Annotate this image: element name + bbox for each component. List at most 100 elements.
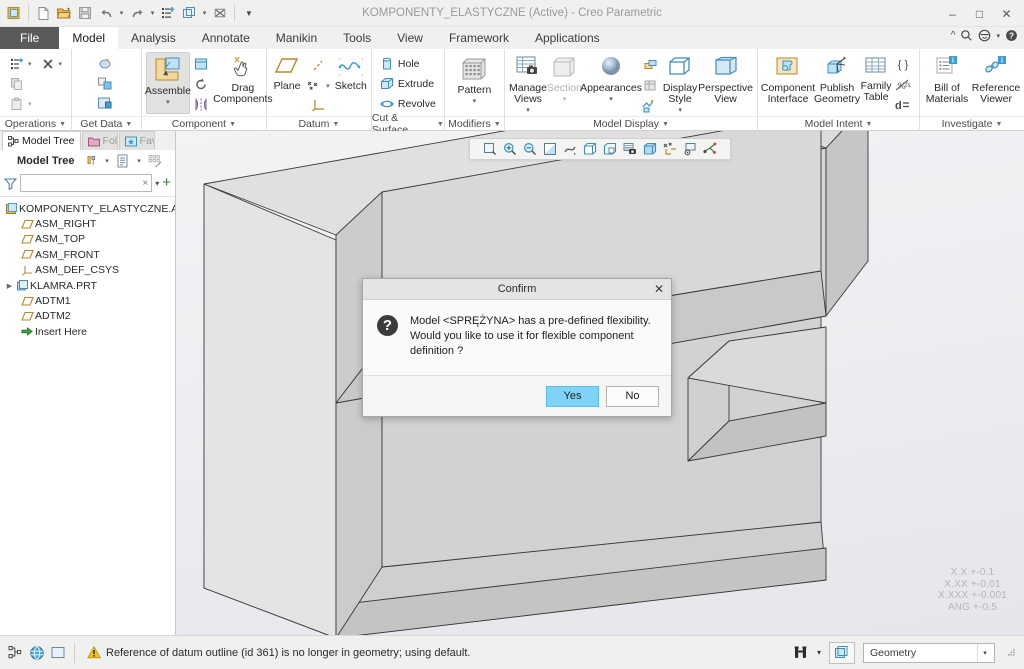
tab-annotate[interactable]: Annotate	[189, 27, 263, 49]
web-browser-toggle-icon[interactable]	[29, 645, 45, 661]
paste-button[interactable]: ▾	[8, 94, 36, 113]
layers-button[interactable]	[640, 56, 662, 75]
family-table-button[interactable]: Family Table	[860, 52, 892, 114]
filter-icon[interactable]	[4, 177, 17, 190]
section-button[interactable]: Section ▾	[547, 52, 582, 114]
selection-filter-select[interactable]: Geometry ▾	[863, 642, 995, 663]
pattern-button[interactable]: Pattern ▾	[449, 52, 499, 114]
close-button[interactable]: ✕	[993, 3, 1020, 25]
repeat-button[interactable]	[192, 75, 213, 94]
undo-dropdown-icon[interactable]: ▾	[117, 3, 126, 23]
model-tree-toggle-icon[interactable]	[8, 645, 23, 660]
redo-dropdown-icon[interactable]: ▾	[148, 3, 157, 23]
copy-button[interactable]	[8, 74, 36, 93]
delete-button[interactable]: ▾	[39, 54, 67, 73]
zoom-out-icon[interactable]	[521, 140, 540, 159]
datum-axis-button[interactable]	[304, 56, 334, 75]
component-interface-button[interactable]: Component Interface	[761, 52, 815, 114]
settings-dropdown-icon[interactable]: ▾	[101, 153, 112, 170]
datum-point-button[interactable]: ▾	[304, 76, 334, 95]
search-dropdown-icon[interactable]: ▾	[817, 648, 821, 657]
group-label-investigate[interactable]: Investigate ▼	[920, 116, 1024, 131]
tree-item-asm-def-csys[interactable]: ASM_DEF_CSYS	[0, 263, 175, 278]
spin-center-icon[interactable]	[561, 140, 580, 159]
group-label-component[interactable]: Component ▼	[141, 116, 266, 131]
tab-analysis[interactable]: Analysis	[118, 27, 189, 49]
resize-grip[interactable]	[1005, 647, 1016, 658]
perspective-icon[interactable]	[641, 140, 660, 159]
bill-of-materials-button[interactable]: i Bill of Materials	[924, 52, 970, 114]
search-icon[interactable]	[960, 29, 973, 42]
tab-framework[interactable]: Framework	[436, 27, 522, 49]
tree-item-adtm2[interactable]: ADTM2	[0, 309, 175, 324]
tree-item-asm-top[interactable]: ASM_TOP	[0, 232, 175, 247]
reference-viewer-button[interactable]: i Reference Viewer	[972, 52, 1020, 114]
help-icon[interactable]: ?	[1005, 29, 1018, 42]
tree-item-assembly[interactable]: KOMPONENTY_ELASTYCZNE.ASM	[0, 201, 175, 216]
window-dropdown-icon[interactable]: ▾	[200, 3, 209, 23]
display-dropdown-icon[interactable]: ▾	[133, 153, 144, 170]
filter-dropdown-icon[interactable]: ▾	[155, 179, 159, 188]
new-icon[interactable]	[33, 3, 53, 23]
chevron-down-icon[interactable]: ▾	[166, 99, 170, 106]
tab-view[interactable]: View	[384, 27, 436, 49]
creo-logo-icon[interactable]	[4, 3, 24, 23]
customize-qat-icon[interactable]: ▼	[239, 3, 259, 23]
chevron-down-icon[interactable]: ▾	[28, 60, 32, 68]
shrinkwrap-button[interactable]	[95, 94, 117, 113]
zoom-in-icon[interactable]	[501, 140, 520, 159]
tab-model[interactable]: Model	[59, 27, 119, 49]
revolve-button[interactable]: Revolve	[378, 94, 440, 113]
tab-model-tree[interactable]: Model Tree	[2, 131, 81, 150]
merge-button[interactable]	[95, 74, 117, 93]
group-label-model-display[interactable]: Model Display ▼	[505, 116, 758, 131]
chevron-down-icon[interactable]: ▾	[473, 98, 477, 105]
chevron-down-icon[interactable]: ▾	[59, 60, 63, 68]
publish-geometry-button[interactable]: Publish Geometry	[814, 52, 860, 114]
chevron-down-icon[interactable]: ▾	[28, 100, 32, 108]
group-label-get-data[interactable]: Get Data ▼	[71, 116, 141, 131]
tab-manikin[interactable]: Manikin	[263, 27, 330, 49]
hole-button[interactable]: Hole	[378, 54, 440, 73]
account-dropdown-icon[interactable]: ▾	[996, 32, 1000, 40]
display-style-icon[interactable]	[581, 140, 600, 159]
mirror-component-button[interactable]	[192, 95, 213, 114]
chevron-down-icon[interactable]: ▾	[609, 96, 613, 103]
tab-folder-browser[interactable]: Fold	[81, 131, 118, 150]
dialog-close-button[interactable]: ✕	[651, 281, 667, 297]
perspective-view-button[interactable]: Perspective View	[698, 52, 753, 114]
selection-box-icon[interactable]	[829, 641, 855, 664]
regenerate-icon[interactable]	[158, 3, 178, 23]
import-button[interactable]	[95, 54, 117, 73]
minimize-button[interactable]: –	[939, 3, 966, 25]
regenerate-button[interactable]: ▾	[8, 54, 36, 73]
chevron-down-icon[interactable]: ▾	[678, 107, 682, 114]
clear-icon[interactable]: ×	[142, 178, 148, 189]
saved-orientations-icon[interactable]	[601, 140, 620, 159]
search-binoculars-icon[interactable]	[792, 645, 809, 660]
search-input[interactable]	[21, 175, 152, 191]
tab-tools[interactable]: Tools	[330, 27, 384, 49]
collapse-ribbon-icon[interactable]: ^	[951, 30, 956, 41]
plane-button[interactable]: Plane	[271, 52, 303, 114]
appearances-button[interactable]: Appearances ▾	[580, 52, 642, 114]
assemble-button[interactable]: Assemble ▾	[145, 52, 191, 114]
drag-components-button[interactable]: Drag Components	[213, 52, 273, 114]
model-setup-button[interactable]	[640, 76, 662, 95]
group-label-cut-surface[interactable]: Cut & Surface ▼	[371, 112, 444, 136]
tab-applications[interactable]: Applications	[522, 27, 613, 49]
display-options-icon[interactable]	[114, 153, 131, 170]
datum-display-filters-icon[interactable]	[661, 140, 680, 159]
repaint-icon[interactable]	[541, 140, 560, 159]
coordinate-system-button[interactable]	[304, 96, 334, 115]
expand-arrow-icon[interactable]: ▶	[4, 282, 15, 290]
save-icon[interactable]	[75, 3, 95, 23]
tab-file[interactable]: File	[0, 27, 60, 49]
explode-button[interactable]	[640, 96, 662, 115]
yes-button[interactable]: Yes	[546, 385, 599, 407]
chevron-down-icon[interactable]: ▾	[977, 643, 992, 662]
account-icon[interactable]	[978, 29, 991, 42]
spin-center-toggle-icon[interactable]	[701, 140, 720, 159]
display-style-button[interactable]: Display Style ▾	[662, 52, 698, 114]
maximize-button[interactable]: □	[966, 3, 993, 25]
